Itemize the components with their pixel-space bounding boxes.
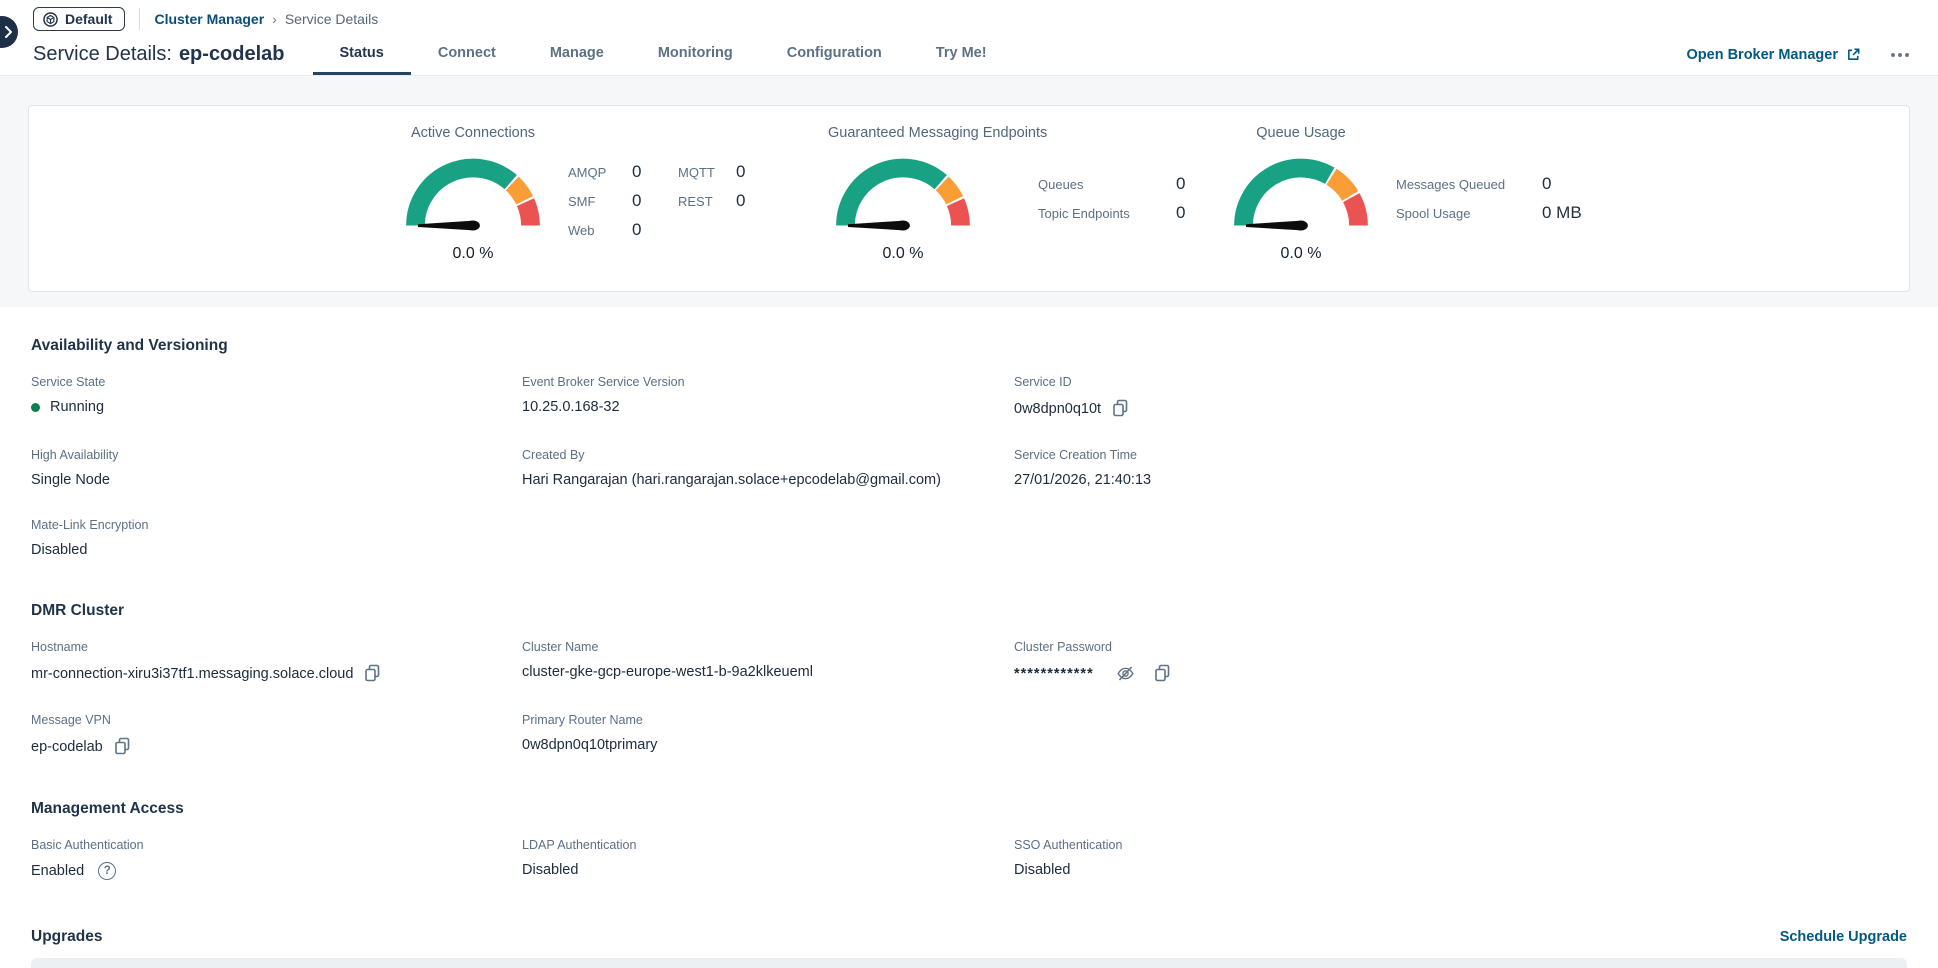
divider	[139, 8, 140, 30]
schedule-upgrade-link[interactable]: Schedule Upgrade	[1780, 929, 1907, 945]
field-high-availability: High Availability Single Node	[31, 448, 522, 488]
help-icon[interactable]: ?	[98, 862, 116, 880]
tab-connect[interactable]: Connect	[411, 34, 523, 75]
masked-password: ************	[1014, 666, 1094, 682]
toggle-password-visibility-button[interactable]	[1116, 664, 1135, 683]
more-options-button[interactable]	[1887, 49, 1913, 61]
field-creation-time: Service Creation Time 27/01/2026, 21:40:…	[1014, 448, 1907, 488]
environment-badge-label: Default	[65, 11, 112, 27]
service-name: ep-codelab	[179, 43, 285, 66]
section-heading: Availability and Versioning	[31, 337, 1907, 355]
field-service-id: Service ID 0w8dpn0q10t	[1014, 375, 1907, 418]
gauge-dial	[1226, 148, 1376, 238]
section-heading: Upgrades	[31, 928, 103, 946]
breadcrumb-current: Service Details	[285, 11, 378, 27]
tab-try-me[interactable]: Try Me!	[909, 34, 1014, 75]
gauge-title: Queue Usage	[1226, 122, 1376, 144]
field-created-by: Created By Hari Rangarajan (hari.rangara…	[522, 448, 1014, 488]
copy-icon	[113, 737, 132, 756]
chevron-right-icon	[3, 26, 15, 38]
upgrades-section: Upgrades Schedule Upgrade	[31, 928, 1907, 946]
gauge-title: Guaranteed Messaging Endpoints	[828, 122, 978, 144]
topbar: Default Cluster Manager › Service Detail…	[0, 0, 1938, 75]
details-content: Availability and Versioning Service Stat…	[0, 337, 1938, 968]
copy-icon	[1153, 664, 1172, 683]
gauge-percent: 0.0 %	[398, 245, 548, 263]
availability-section: Availability and Versioning Service Stat…	[31, 337, 1907, 558]
field-ldap-authentication: LDAP Authentication Disabled	[522, 838, 1014, 880]
breadcrumb-cluster-manager-link[interactable]: Cluster Manager	[154, 11, 264, 27]
service-status-card: Active Connections 0.0 % AMQP 0 MQTT 0	[28, 105, 1910, 292]
gauge-percent: 0.0 %	[828, 245, 978, 263]
field-basic-authentication: Basic Authentication Enabled ?	[31, 838, 522, 880]
field-hostname: Hostname mr-connection-xiru3i37tf1.messa…	[31, 640, 522, 683]
endpoint-stats: Queues 0 Topic Endpoints 0	[1038, 122, 1216, 263]
management-access-section: Management Access Basic Authentication E…	[31, 800, 1907, 880]
tab-manage[interactable]: Manage	[523, 34, 631, 75]
environment-icon	[43, 12, 58, 27]
field-sso-authentication: SSO Authentication Disabled	[1014, 838, 1907, 880]
gauge-dial	[398, 148, 548, 238]
field-broker-version: Event Broker Service Version 10.25.0.168…	[522, 375, 1014, 418]
breadcrumb: Cluster Manager › Service Details	[154, 11, 378, 27]
open-broker-manager-link[interactable]: Open Broker Manager	[1687, 47, 1862, 63]
open-broker-manager-label: Open Broker Manager	[1687, 47, 1839, 63]
copy-icon	[363, 664, 382, 683]
page-title: Service Details: ep-codelab	[33, 34, 285, 75]
connection-stats: AMQP 0 MQTT 0 SMF 0 REST 0 Web 0	[568, 122, 766, 263]
gauge-percent: 0.0 %	[1226, 245, 1376, 263]
eye-off-icon	[1116, 664, 1135, 683]
page-title-prefix: Service Details:	[33, 43, 172, 66]
field-primary-router: Primary Router Name 0w8dpn0q10tprimary	[522, 713, 1014, 756]
guaranteed-messaging-gauge: Guaranteed Messaging Endpoints 0.0 % Que…	[828, 122, 1216, 263]
tab-bar: Status Connect Manage Monitoring Configu…	[313, 34, 1014, 75]
breadcrumb-separator: ›	[272, 11, 277, 27]
environment-badge[interactable]: Default	[33, 7, 125, 31]
upgrades-table-header	[31, 958, 1907, 968]
service-details-page: Default Cluster Manager › Service Detail…	[0, 0, 1938, 968]
copy-hostname-button[interactable]	[363, 664, 382, 683]
field-message-vpn: Message VPN ep-codelab	[31, 713, 522, 756]
copy-service-id-button[interactable]	[1111, 399, 1130, 418]
section-heading: DMR Cluster	[31, 602, 1907, 620]
active-connections-gauge: Active Connections 0.0 % AMQP 0 MQTT 0	[398, 122, 766, 263]
copy-password-button[interactable]	[1153, 664, 1172, 683]
tab-monitoring[interactable]: Monitoring	[631, 34, 760, 75]
field-mate-link-encryption: Mate-Link Encryption Disabled	[31, 518, 522, 558]
gauge-dial	[828, 148, 978, 238]
running-status-dot	[31, 403, 40, 412]
field-cluster-password: Cluster Password ************	[1014, 640, 1907, 683]
section-heading: Management Access	[31, 800, 1907, 818]
dmr-cluster-section: DMR Cluster Hostname mr-connection-xiru3…	[31, 602, 1907, 756]
external-link-icon	[1846, 47, 1861, 62]
ellipsis-icon	[1891, 53, 1895, 57]
field-cluster-name: Cluster Name cluster-gke-gcp-europe-west…	[522, 640, 1014, 683]
queue-usage-stats: Messages Queued 0 Spool Usage 0 MB	[1396, 122, 1612, 263]
status-strip: Active Connections 0.0 % AMQP 0 MQTT 0	[0, 75, 1938, 307]
queue-usage-gauge: Queue Usage 0.0 % Messages Queued 0 Spoo…	[1226, 122, 1612, 263]
copy-message-vpn-button[interactable]	[113, 737, 132, 756]
copy-icon	[1111, 399, 1130, 418]
gauge-title: Active Connections	[398, 122, 548, 144]
field-service-state: Service State Running	[31, 375, 522, 418]
tab-configuration[interactable]: Configuration	[760, 34, 909, 75]
service-state-value: Running	[50, 399, 104, 415]
tab-status[interactable]: Status	[313, 34, 411, 75]
